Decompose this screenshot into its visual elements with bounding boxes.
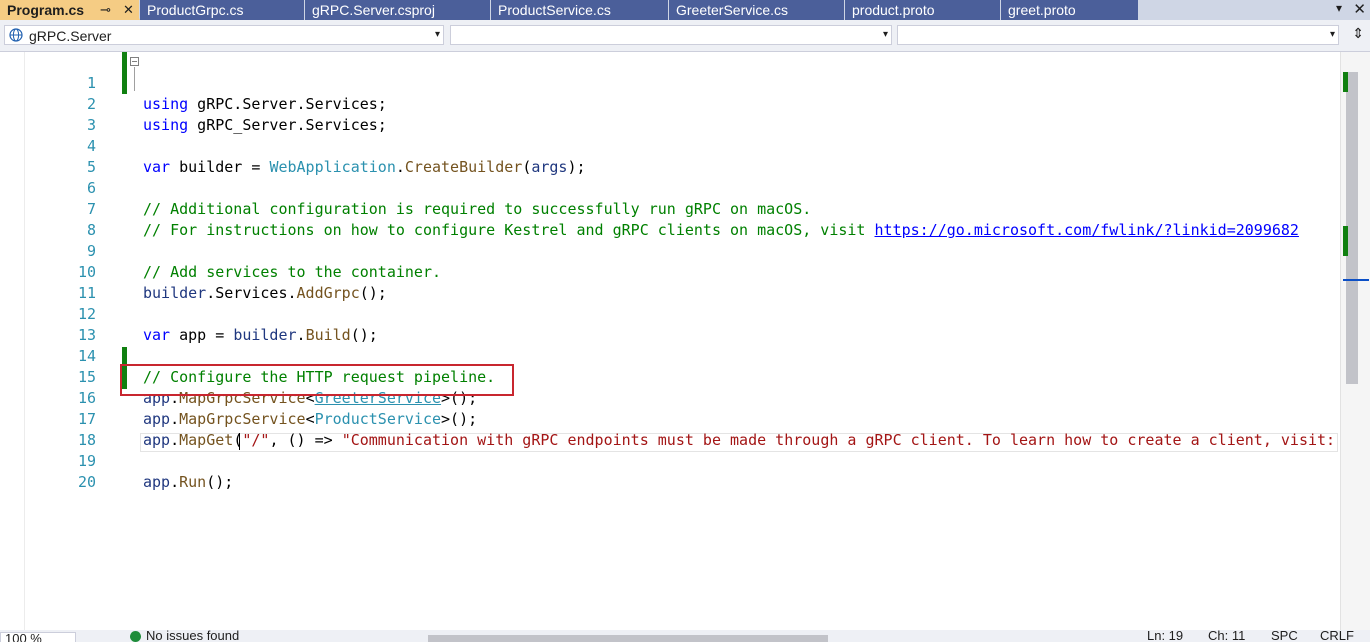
tab-label: product.proto xyxy=(852,2,935,18)
navigation-bar: gRPC.Server ▾ ▾ ▾ ⇕ xyxy=(0,20,1370,52)
code-line-6: 6 // Additional configuration is require… xyxy=(0,157,1340,218)
code-line-20: 20 xyxy=(0,451,1340,491)
tab-label: GreeterService.cs xyxy=(676,2,789,18)
scroll-caret-marker xyxy=(1343,279,1369,281)
tab-label: gRPC.Server.csproj xyxy=(312,2,435,18)
issues-text: No issues found xyxy=(146,630,240,642)
type-dropdown[interactable]: ▾ xyxy=(450,25,892,45)
code-line-19: 19 app.Run(); xyxy=(0,430,1340,491)
globe-icon xyxy=(9,28,23,42)
code-editor[interactable]: 1 using gRPC.Server.Services; 2 using gR… xyxy=(0,52,1340,630)
code-line-9: 9 // Add services to the container. xyxy=(0,220,1340,281)
vertical-scrollbar[interactable] xyxy=(1340,52,1370,630)
close-active-tab-icon[interactable]: ✕ xyxy=(1353,0,1366,18)
horizontal-scrollbar-thumb[interactable] xyxy=(428,635,828,642)
code-editor-window: Program.cs ⊸ ✕ ProductGrpc.cs gRPC.Serve… xyxy=(0,0,1370,642)
line-ending-indicator[interactable]: CRLF xyxy=(1320,630,1354,642)
tab-overflow-dropdown-icon[interactable]: ▾ xyxy=(1336,1,1342,15)
tab-label: ProductService.cs xyxy=(498,2,611,18)
chevron-down-icon: ▾ xyxy=(434,29,440,40)
code-line-8: 8 xyxy=(0,199,1340,239)
code-token: app xyxy=(143,473,171,491)
code-line-13: 13 xyxy=(0,304,1340,344)
line-indicator: Ln: 19 xyxy=(1147,630,1184,642)
chevron-down-icon: ▾ xyxy=(1329,29,1335,40)
scroll-change-marker xyxy=(1343,72,1348,92)
tab-greet-proto[interactable]: greet.proto xyxy=(1001,0,1139,20)
code-line-12: 12 var app = builder.Build(); xyxy=(0,283,1340,344)
member-dropdown[interactable]: ▾ xyxy=(897,25,1339,45)
code-line-5: 5 xyxy=(0,136,1340,176)
highlight-annotation-box xyxy=(120,364,514,396)
code-token: Run xyxy=(179,473,207,491)
code-token: . xyxy=(170,473,180,491)
split-window-icon[interactable]: ⇕ xyxy=(1352,25,1364,42)
tab-label: Program.cs xyxy=(7,2,85,18)
code-token: (); xyxy=(206,473,234,491)
close-tab-icon[interactable]: ✕ xyxy=(123,0,134,18)
check-icon xyxy=(130,631,141,642)
code-line-18: 18 xyxy=(0,409,1340,449)
tab-label: greet.proto xyxy=(1008,2,1076,18)
project-dropdown[interactable]: gRPC.Server ▾ xyxy=(4,25,444,45)
text-caret xyxy=(239,433,240,450)
code-line-10: 10 builder.Services.AddGrpc(); xyxy=(0,241,1340,302)
code-line-1: 1 using gRPC.Server.Services; xyxy=(0,52,1340,113)
tab-grpc-server-csproj[interactable]: gRPC.Server.csproj xyxy=(305,0,491,20)
zoom-level: 100 % xyxy=(5,631,42,642)
tab-productgrpc-cs[interactable]: ProductGrpc.cs xyxy=(140,0,305,20)
editor-status-bar: 100 % No issues found Ln: 19 Ch: 11 SPC … xyxy=(0,630,1370,642)
spacing-indicator[interactable]: SPC xyxy=(1271,630,1298,642)
code-line-11: 11 xyxy=(0,262,1340,302)
document-tab-strip: Program.cs ⊸ ✕ ProductGrpc.cs gRPC.Serve… xyxy=(0,0,1370,20)
tab-program-cs[interactable]: Program.cs ⊸ ✕ xyxy=(0,0,140,20)
tab-strip-empty-area: ▾ ✕ xyxy=(1139,0,1370,20)
tab-product-proto[interactable]: product.proto xyxy=(845,0,1001,20)
code-line-4: 4 var builder = WebApplication.CreateBui… xyxy=(0,115,1340,176)
project-dropdown-value: gRPC.Server xyxy=(29,28,112,44)
line-number: 20 xyxy=(77,473,96,491)
issues-indicator[interactable]: No issues found xyxy=(130,630,239,642)
tab-productservice-cs[interactable]: ProductService.cs xyxy=(491,0,669,20)
char-indicator: Ch: 11 xyxy=(1208,630,1246,642)
scroll-change-marker xyxy=(1343,226,1348,256)
pin-icon[interactable]: ⊸ xyxy=(100,0,111,18)
tab-label: ProductGrpc.cs xyxy=(147,2,244,18)
zoom-dropdown[interactable]: 100 % xyxy=(0,631,76,642)
code-line-3: 3 xyxy=(0,94,1340,134)
code-line-14: 14 // Configure the HTTP request pipelin… xyxy=(0,325,1340,386)
tab-greeterservice-cs[interactable]: GreeterService.cs xyxy=(669,0,845,20)
code-line-2: 2 using gRPC_Server.Services; xyxy=(0,73,1340,134)
chevron-down-icon: ▾ xyxy=(882,29,888,40)
code-line-7: 7 // For instructions on how to configur… xyxy=(0,178,1340,239)
